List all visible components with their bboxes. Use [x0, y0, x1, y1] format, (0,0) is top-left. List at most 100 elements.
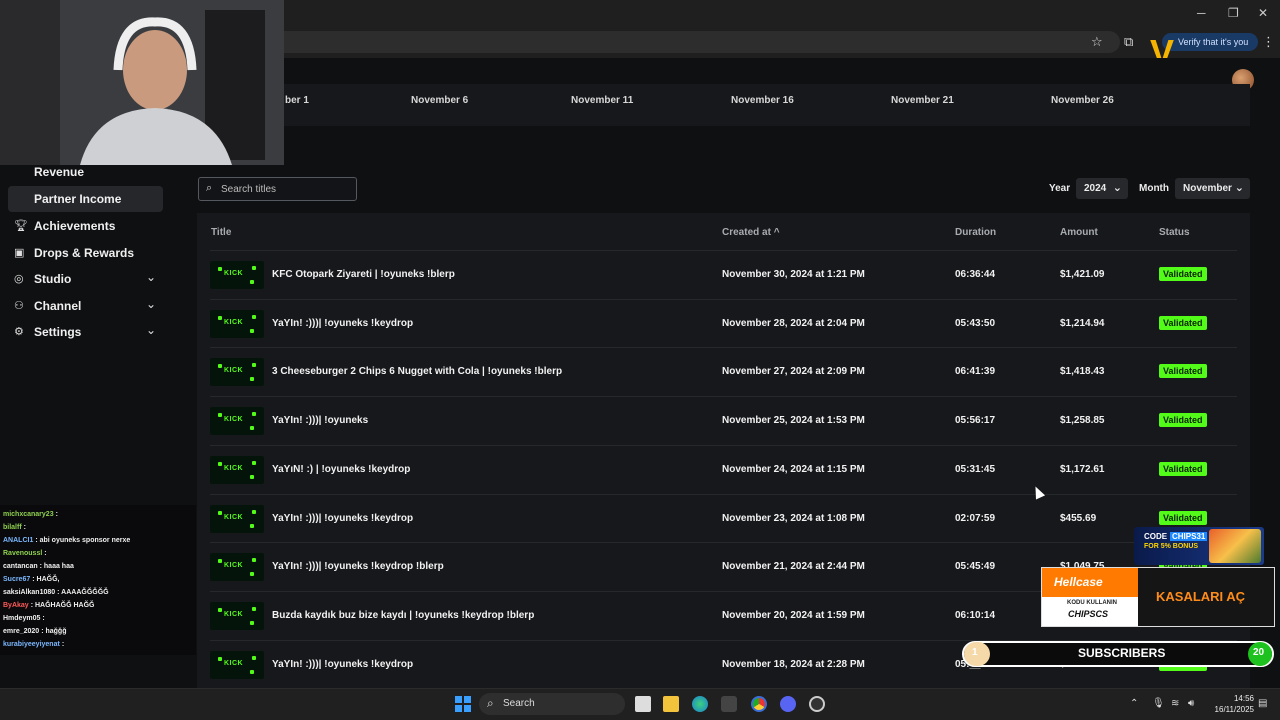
kick-logo: KICK	[224, 367, 244, 375]
browser-menu-icon[interactable]: ⋮	[1262, 34, 1275, 50]
stream-title[interactable]: YaYIn! :)))| !oyuneks !keydrop	[272, 659, 413, 670]
notification-icon[interactable]: ▤	[1258, 698, 1267, 709]
column-header-duration[interactable]: Duration	[955, 227, 996, 238]
table-row[interactable]: KICK YaYIn! :)))| !oyuneks !keydrop Novemb…	[210, 493, 1237, 543]
table-row[interactable]: KICK KFC Otopark Ziyareti | !oyuneks !ble…	[210, 250, 1237, 299]
chat-message: saksiAlkan1080: AAAAĞĞĞĞĞ	[3, 589, 109, 596]
taskbar-search-label: Search	[503, 698, 535, 709]
stream-title[interactable]: Buzda kaydık buz bize kaydı | !oyuneks !…	[272, 610, 534, 621]
sidebar-item-partner-income[interactable]: Partner Income	[8, 186, 163, 212]
amount: $1,214.94	[1060, 317, 1105, 329]
chevron-up-icon[interactable]: ⌃	[1130, 698, 1138, 709]
search-icon: ⌕	[487, 696, 494, 710]
sidebar-item-achievements[interactable]: 🏆︎ Achievements	[8, 213, 163, 239]
stream-thumbnail[interactable]: KICK	[210, 553, 264, 582]
windows-start-icon[interactable]	[455, 696, 471, 712]
edge-icon[interactable]	[692, 696, 708, 712]
chrome-icon[interactable]	[751, 696, 767, 712]
sidebar-item-channel[interactable]: ⚇ Channel ⌄	[8, 293, 163, 319]
duration: 05:45:49	[955, 561, 996, 573]
microphone-icon[interactable]: 🎙︎	[1152, 698, 1165, 709]
chevron-down-icon: ⌄	[146, 270, 157, 284]
stream-title[interactable]: YaYIn! :)))| !oyuneks !keydrop	[272, 513, 413, 524]
sub-goal-target: 20	[1253, 647, 1265, 658]
year-select-value: 2024	[1084, 183, 1107, 194]
chat-text: : HAĞĞ,	[32, 576, 60, 583]
stream-thumbnail[interactable]: KICK	[210, 309, 264, 338]
table-row[interactable]: KICK YaYIn! :)))| !oyuneks !keydrop Novemb…	[210, 298, 1237, 348]
taskbar-clock[interactable]: 14:56 16/11/2025	[1206, 693, 1254, 715]
created-at: November 21, 2024 at 2:44 PM	[722, 561, 865, 573]
hellcase-instruction: KODU KULLANIN	[1067, 600, 1117, 606]
stream-title[interactable]: KFC Otopark Ziyareti | !oyuneks !blerp	[272, 269, 455, 280]
file-explorer-icon[interactable]	[663, 696, 679, 712]
search-input[interactable]	[219, 181, 353, 198]
stream-thumbnail[interactable]: KICK	[210, 407, 264, 436]
stream-title[interactable]: YaYIn! :)))| !oyuneks !keydrop	[272, 318, 413, 329]
chat-username: Hmdeym05	[3, 615, 41, 622]
promo-code-label: CODE	[1144, 532, 1168, 541]
stream-title[interactable]: YaYıN! :) | !oyuneks !keydrop	[272, 464, 410, 475]
sidebar-item-settings[interactable]: ⚙ Settings ⌄	[8, 319, 163, 345]
duration: 05:43:50	[955, 317, 996, 329]
kick-logo: KICK	[224, 562, 244, 570]
duration: 02:07:59	[955, 512, 996, 524]
channel-icon: ⚇	[14, 300, 24, 312]
gear-icon: ⚙	[14, 326, 24, 338]
address-bar[interactable]	[260, 31, 1120, 53]
stream-thumbnail[interactable]: KICK	[210, 455, 264, 484]
stream-title[interactable]: YaYIn! :)))| !oyuneks !keydrop !blerp	[272, 561, 444, 572]
stream-title[interactable]: 3 Cheeseburger 2 Chips 6 Nugget with Col…	[272, 366, 562, 377]
stream-title[interactable]: YaYIn! :)))| !oyuneks	[272, 415, 368, 426]
wifi-icon[interactable]: ≋	[1171, 698, 1179, 709]
promo-code-banner: CODE CHIPS31 FOR 5% BONUS	[1134, 527, 1264, 565]
column-header-status[interactable]: Status	[1159, 227, 1190, 238]
created-at: November 30, 2024 at 1:21 PM	[722, 269, 865, 280]
volume-icon[interactable]: 🔊︎	[1188, 698, 1194, 709]
minimize-button[interactable]: ─	[1197, 6, 1206, 20]
status-badge: Validated	[1159, 510, 1207, 525]
task-view-icon[interactable]	[635, 696, 651, 712]
store-icon[interactable]	[721, 696, 737, 712]
sidebar-item-drops-rewards[interactable]: ▣ Drops & Rewards	[8, 240, 163, 266]
close-button[interactable]: ✕	[1258, 6, 1268, 20]
month-select[interactable]: November ⌄	[1175, 178, 1250, 199]
extensions-icon[interactable]: ⧉	[1124, 34, 1133, 50]
search-field[interactable]: ⌕	[198, 177, 357, 201]
sidebar-item-label: Settings	[34, 325, 82, 339]
webcam-overlay	[0, 0, 284, 165]
sidebar-item-label: Partner Income	[34, 192, 122, 206]
kick-logo: KICK	[224, 318, 244, 326]
column-header-amount[interactable]: Amount	[1060, 227, 1098, 238]
duration: 06:41:39	[955, 366, 996, 378]
table-row[interactable]: KICK 3 Cheeseburger 2 Chips 6 Nugget with…	[210, 347, 1237, 396]
studio-icon: ◎	[14, 273, 24, 285]
column-header-created-at[interactable]: Created at ^	[722, 227, 780, 238]
taskbar-search[interactable]: ⌕ Search	[479, 693, 625, 715]
chevron-down-icon: ⌄	[1234, 182, 1244, 194]
chat-username: cantancan	[3, 563, 38, 570]
stream-thumbnail[interactable]: KICK	[210, 261, 264, 289]
stream-thumbnail[interactable]: KICK	[210, 650, 264, 679]
chat-text: : hağğğ	[41, 628, 67, 635]
sidebar-item-label: Studio	[34, 272, 72, 286]
table-row[interactable]: KICK YaYIn! :)))| !oyuneks November 25, 20…	[210, 396, 1237, 445]
status-badge: Validated	[1159, 364, 1207, 379]
year-select[interactable]: 2024 ⌄	[1076, 178, 1128, 199]
stream-thumbnail[interactable]: KICK	[210, 504, 264, 533]
chart-x-label: November 11	[571, 95, 634, 106]
sidebar-item-studio[interactable]: ◎ Studio ⌄	[8, 266, 163, 292]
chat-username: emre_2020	[3, 628, 40, 635]
app-icon[interactable]	[809, 696, 825, 712]
stream-thumbnail[interactable]: KICK	[210, 601, 264, 630]
table-row[interactable]: KICK YaYıN! :) | !oyuneks !keydrop Novembe…	[210, 444, 1237, 494]
chat-message: Ravenoussl:	[3, 550, 47, 557]
stream-thumbnail[interactable]: KICK	[210, 358, 264, 387]
bookmark-star-icon[interactable]: ☆	[1091, 34, 1103, 50]
discord-icon[interactable]	[780, 696, 796, 712]
amount: $1,172.61	[1060, 463, 1105, 475]
column-header-title[interactable]: Title	[211, 227, 231, 238]
created-at: November 25, 2024 at 1:53 PM	[722, 415, 865, 427]
maximize-button[interactable]: ❐	[1228, 6, 1239, 20]
kick-logo: KICK	[224, 610, 244, 618]
